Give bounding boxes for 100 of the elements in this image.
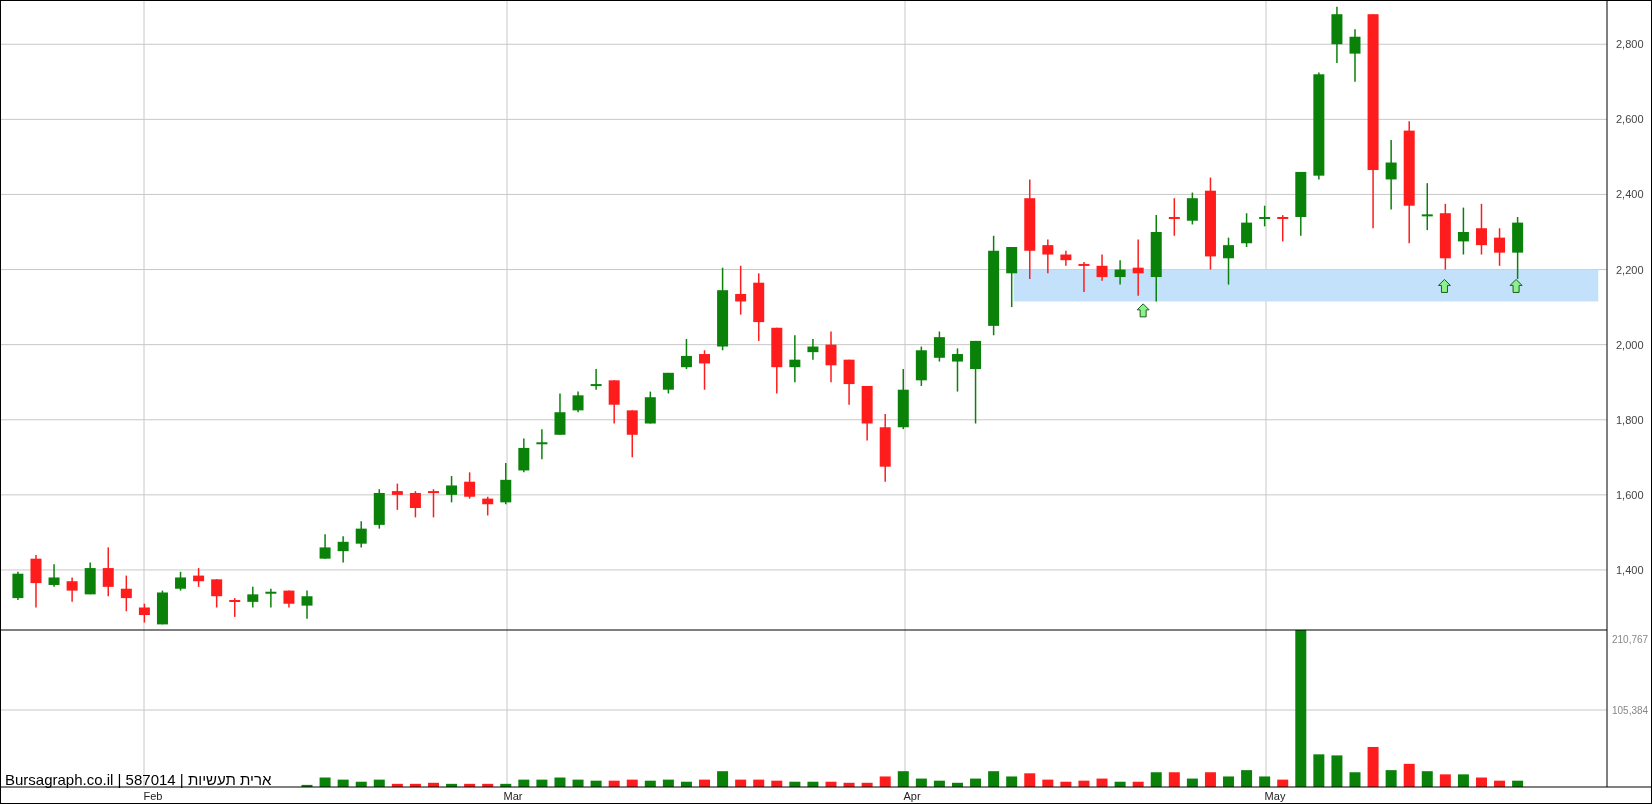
candlestick xyxy=(789,334,801,383)
volume-bar xyxy=(1168,772,1180,787)
volume-bar xyxy=(771,780,783,787)
up-arrow-icon xyxy=(1437,278,1451,293)
candlestick xyxy=(1241,212,1253,248)
volume-bar xyxy=(391,783,403,787)
volume-bar xyxy=(482,783,494,787)
volume-bar xyxy=(1494,780,1506,787)
candlestick xyxy=(680,338,692,370)
candlestick xyxy=(409,490,421,519)
volume-bar xyxy=(1114,781,1126,787)
candlestick xyxy=(626,409,638,459)
candlestick xyxy=(807,338,819,361)
candlestick xyxy=(66,576,78,603)
candlestick xyxy=(1439,203,1451,271)
volume-bar xyxy=(536,779,548,787)
volume-bar xyxy=(915,778,927,787)
candlestick xyxy=(753,272,765,342)
candlestick xyxy=(699,349,710,391)
candlestick xyxy=(156,589,168,626)
volume-bar xyxy=(1024,773,1036,787)
candlestick xyxy=(1277,214,1289,243)
price-axis-label: 2,200 xyxy=(1616,263,1644,276)
candlestick xyxy=(554,392,566,436)
volume-bar xyxy=(988,771,1000,787)
volume-bar xyxy=(428,782,439,787)
price-axis-label: 1,400 xyxy=(1616,563,1644,576)
candlestick xyxy=(1006,246,1018,308)
candlestick xyxy=(265,587,277,609)
volume-bar xyxy=(1042,779,1054,787)
candlestick xyxy=(482,496,494,517)
candlestick xyxy=(1078,261,1090,293)
candlestick xyxy=(1042,238,1054,275)
candlestick xyxy=(446,475,458,504)
volume-bar xyxy=(717,771,729,787)
volume-bar xyxy=(626,779,638,787)
candlestick xyxy=(355,520,367,549)
month-label: May xyxy=(1264,790,1286,802)
volume-bar xyxy=(373,779,385,787)
volume-bar xyxy=(680,781,692,787)
volume-bar xyxy=(1060,781,1072,787)
volume-bar xyxy=(409,783,421,787)
volume-bar xyxy=(1349,772,1361,787)
volume-bar xyxy=(789,781,801,787)
candlestick xyxy=(1331,5,1343,64)
candlestick xyxy=(1494,227,1506,267)
volume-bar xyxy=(952,782,963,787)
candlestick xyxy=(861,385,873,442)
candlestick xyxy=(843,358,855,406)
candlestick xyxy=(590,368,602,391)
candlestick xyxy=(283,589,295,609)
candlestick xyxy=(175,571,187,592)
candlestick xyxy=(138,603,150,624)
candlestick xyxy=(391,482,403,511)
volume-bar xyxy=(1259,776,1271,787)
candlestick xyxy=(662,372,674,395)
volume-bar xyxy=(735,779,747,787)
candlestick xyxy=(933,330,945,363)
candlestick xyxy=(193,567,205,588)
candlestick xyxy=(608,379,620,425)
volume-bar xyxy=(1512,780,1524,787)
volume-bar xyxy=(500,783,512,787)
candlestick xyxy=(735,265,747,316)
candlestick xyxy=(771,327,783,395)
candlestick xyxy=(572,390,584,413)
candlestick xyxy=(1223,236,1234,286)
volume-bar xyxy=(572,779,584,787)
candlestick xyxy=(952,347,963,393)
candlestick xyxy=(1259,204,1271,228)
month-label: Feb xyxy=(143,790,163,802)
volume-bar xyxy=(1186,778,1198,787)
candlestick xyxy=(879,413,891,483)
candlestick xyxy=(1457,206,1469,256)
volume-bar xyxy=(1006,776,1018,787)
candlestick xyxy=(1385,139,1397,211)
candlestick xyxy=(1349,28,1361,83)
volume-axis-label: 105,384 xyxy=(1612,705,1649,716)
volume-bar xyxy=(1132,781,1144,787)
volume-bar xyxy=(518,779,530,787)
volume-bar xyxy=(337,779,349,787)
volume-bar xyxy=(1403,763,1415,787)
volume-bar xyxy=(355,781,367,787)
volume-bar xyxy=(590,780,602,787)
volume-bar xyxy=(807,781,819,787)
volume-bar xyxy=(1476,777,1487,787)
candlestick xyxy=(536,428,548,460)
volume-bar xyxy=(1367,746,1379,787)
price-axis-label: 2,600 xyxy=(1616,113,1644,126)
price-axis-label: 2,000 xyxy=(1616,338,1644,351)
candlestick xyxy=(1186,191,1198,226)
volume-bar xyxy=(843,782,855,787)
month-label: Apr xyxy=(903,790,921,802)
month-label: Mar xyxy=(503,790,523,802)
volume-bar xyxy=(970,778,982,787)
volume-bar xyxy=(897,771,909,787)
candlestick xyxy=(211,578,223,609)
candlestick xyxy=(1295,171,1307,237)
candlestick xyxy=(428,488,439,519)
volume-bar xyxy=(554,777,566,787)
up-arrow-icon xyxy=(1136,303,1150,318)
